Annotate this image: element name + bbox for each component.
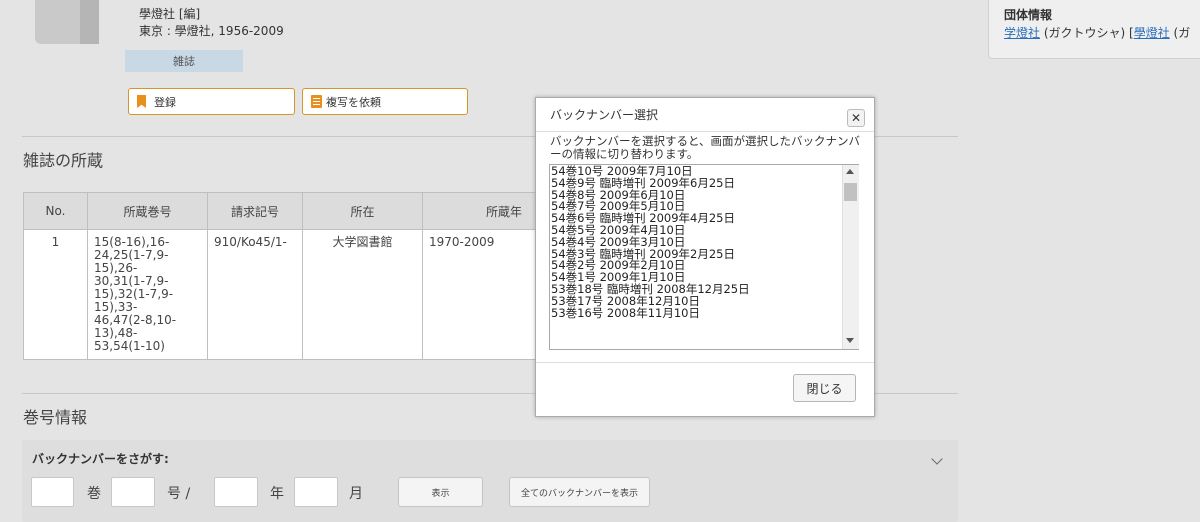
register-label: 登録 [154,95,176,109]
org-info-title: 団体情報 [1004,8,1053,22]
scroll-down-icon[interactable] [846,338,854,343]
col-call-number: 請求記号 [207,192,303,230]
copy-request-label: 複写を依頼 [326,95,381,109]
type-badge: 雑誌 [125,50,243,72]
table-row: 1 15(8-16),16- 24,25(1-7,9- 15),26- 30,3… [23,229,586,360]
number-input[interactable] [111,477,155,507]
backnumber-search-label: バックナンバーをさがす: [32,452,169,466]
register-button[interactable]: 登録 [128,88,295,115]
org-link-1[interactable]: 学燈社 [1004,26,1040,40]
cell-location: 大学図書館 [302,229,423,360]
scroll-thumb[interactable] [844,183,857,201]
cell-call-number: 910/Ko45/1- [207,229,303,360]
scroll-up-icon[interactable] [846,169,854,174]
volume-label: 巻 [87,486,101,502]
holdings-title: 雑誌の所蔵 [23,151,104,170]
copy-request-button[interactable]: 複写を依頼 [302,88,468,115]
year-label: 年 [270,486,284,502]
cell-no: 1 [23,229,88,360]
document-icon [311,95,322,108]
volume-info-title: 巻号情報 [23,408,88,427]
cover-thumbnail-spine [80,0,99,44]
number-label: 号 / [167,486,191,502]
year-input[interactable] [214,477,258,507]
close-icon[interactable]: ✕ [847,109,865,127]
org-reading: (ガクトウシャ) [ [1040,26,1134,40]
backnumber-listbox[interactable]: 54巻10号 2009年7月10日 54巻9号 臨時増刊 2009年6月25日 54… [549,164,859,350]
imprint-line: 東京 : 學燈社, 1956-2009 [139,24,284,38]
dialog-divider [536,362,874,363]
dialog-description: バックナンバーを選択すると、画面が選択したバックナンバーの情報に切り替わります。 [550,134,861,161]
month-input[interactable] [294,477,338,507]
volume-input[interactable] [31,477,74,507]
col-volumes: 所蔵巻号 [87,192,208,230]
col-no: No. [23,192,88,230]
month-label: 月 [349,486,363,502]
show-button[interactable]: 表示 [398,477,483,507]
col-location: 所在 [302,192,423,230]
dialog-divider [536,131,874,132]
cell-volumes: 15(8-16),16- 24,25(1-7,9- 15),26- 30,31(… [87,229,208,360]
org-tail: (ガ [1169,26,1191,40]
publisher-line: 學燈社 [編] [139,7,201,21]
list-item[interactable]: 53巻16号 2008年11月10日 [551,307,858,320]
org-info-text: 学燈社 (ガクトウシャ) [學燈社 (ガ [1004,24,1190,41]
org-link-2[interactable]: 學燈社 [1134,26,1170,40]
dialog-title: バックナンバー選択 [550,108,659,122]
show-all-backnumbers-button[interactable]: 全てのバックナンバーを表示 [509,477,650,507]
holdings-table: No. 所蔵巻号 請求記号 所在 所蔵年 1 15(8-16),16- 24,2… [23,192,586,360]
bookmark-icon [137,95,146,108]
close-button[interactable]: 閉じる [793,374,856,402]
